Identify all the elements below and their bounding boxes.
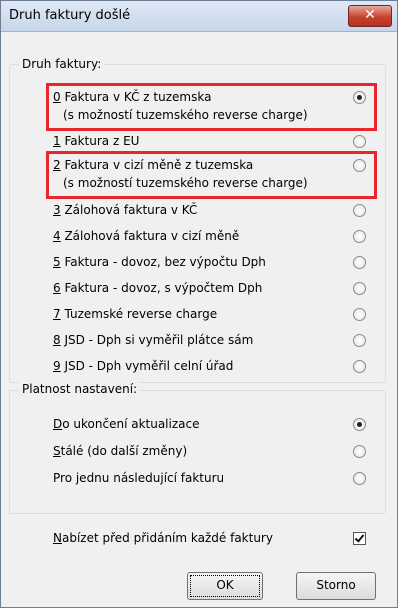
radio-button-1[interactable] bbox=[353, 135, 366, 148]
radio-option-1[interactable]: 1 Faktura z EU bbox=[7, 131, 387, 151]
radio-button-0[interactable] bbox=[353, 91, 366, 104]
radio-option-0[interactable]: 0 Faktura v KČ z tuzemska (s možností tu… bbox=[7, 87, 387, 122]
radio-button-7[interactable] bbox=[353, 308, 366, 321]
option-label-3: 3 Zálohová faktura v KČ bbox=[53, 203, 198, 217]
option-label-8: 8 JSD - Dph si vyměřil plátce sám bbox=[53, 333, 254, 347]
dialog-window: Druh faktury došlé ✕ Druh faktury: 0 Fak… bbox=[0, 0, 398, 608]
radio-option-5[interactable]: 5 Faktura - dovoz, bez výpočtu Dph bbox=[7, 252, 387, 272]
radio-button-4[interactable] bbox=[353, 230, 366, 243]
dialog-client: Druh faktury: 0 Faktura v KČ z tuzemska … bbox=[7, 32, 389, 600]
title-bar[interactable]: Druh faktury došlé ✕ bbox=[1, 1, 397, 32]
platnost-option-stale[interactable]: Stálé (do další změny) bbox=[7, 441, 387, 461]
nabizet-label: Nabízet před přidáním každé faktury bbox=[53, 531, 273, 545]
option-label-6: 6 Faktura - dovoz, s výpočtem Dph bbox=[53, 281, 263, 295]
storno-button[interactable]: Storno bbox=[296, 572, 376, 600]
platnost-radio-0[interactable] bbox=[353, 418, 366, 431]
platnost-radio-2[interactable] bbox=[353, 472, 366, 485]
platnost-label-0: Do ukončení aktualizace bbox=[53, 417, 200, 431]
platnost-legend: Platnost nastavení: bbox=[19, 382, 141, 396]
option-sublabel-2: (s možností tuzemského reverse charge) bbox=[63, 176, 308, 190]
radio-option-8[interactable]: 8 JSD - Dph si vyměřil plátce sám bbox=[7, 330, 387, 350]
radio-option-3[interactable]: 3 Zálohová faktura v KČ bbox=[7, 200, 387, 220]
option-label-2: 2 Faktura v cizí měně z tuzemska bbox=[53, 158, 254, 172]
nabizet-checkbox[interactable] bbox=[353, 532, 366, 545]
option-label-0: 0 Faktura v KČ z tuzemska bbox=[53, 90, 212, 104]
druh-faktury-legend: Druh faktury: bbox=[19, 57, 105, 71]
radio-option-7[interactable]: 7 Tuzemské reverse charge bbox=[7, 304, 387, 324]
radio-button-9[interactable] bbox=[353, 360, 366, 373]
radio-button-8[interactable] bbox=[353, 334, 366, 347]
radio-option-9[interactable]: 9 JSD - Dph vyměřil celní úřad bbox=[7, 356, 387, 376]
platnost-option-do-ukonceni[interactable]: Do ukončení aktualizace bbox=[7, 414, 387, 434]
radio-option-6[interactable]: 6 Faktura - dovoz, s výpočtem Dph bbox=[7, 278, 387, 298]
option-label-9: 9 JSD - Dph vyměřil celní úřad bbox=[53, 359, 234, 373]
radio-button-5[interactable] bbox=[353, 256, 366, 269]
radio-button-3[interactable] bbox=[353, 204, 366, 217]
option-sublabel-0: (s možností tuzemského reverse charge) bbox=[63, 108, 308, 122]
radio-option-4[interactable]: 4 Zálohová faktura v cizí měně bbox=[7, 226, 387, 246]
close-icon: ✕ bbox=[364, 7, 376, 23]
close-button[interactable]: ✕ bbox=[348, 5, 392, 27]
window-title: Druh faktury došlé bbox=[9, 8, 131, 23]
radio-button-2[interactable] bbox=[353, 159, 366, 172]
nabizet-checkbox-row[interactable]: Nabízet před přidáním každé faktury bbox=[7, 528, 387, 548]
platnost-label-1: Stálé (do další změny) bbox=[53, 444, 188, 458]
platnost-label-2: Pro jednu následující fakturu bbox=[53, 471, 225, 485]
option-label-7: 7 Tuzemské reverse charge bbox=[53, 307, 218, 321]
platnost-option-jedna[interactable]: Pro jednu následující fakturu bbox=[7, 468, 387, 488]
radio-option-2[interactable]: 2 Faktura v cizí měně z tuzemska (s možn… bbox=[7, 155, 387, 190]
option-label-1: 1 Faktura z EU bbox=[53, 134, 140, 148]
platnost-radio-1[interactable] bbox=[353, 445, 366, 458]
option-label-4: 4 Zálohová faktura v cizí měně bbox=[53, 229, 240, 243]
ok-button[interactable]: OK bbox=[187, 572, 263, 600]
option-label-5: 5 Faktura - dovoz, bez výpočtu Dph bbox=[53, 255, 266, 269]
radio-button-6[interactable] bbox=[353, 282, 366, 295]
